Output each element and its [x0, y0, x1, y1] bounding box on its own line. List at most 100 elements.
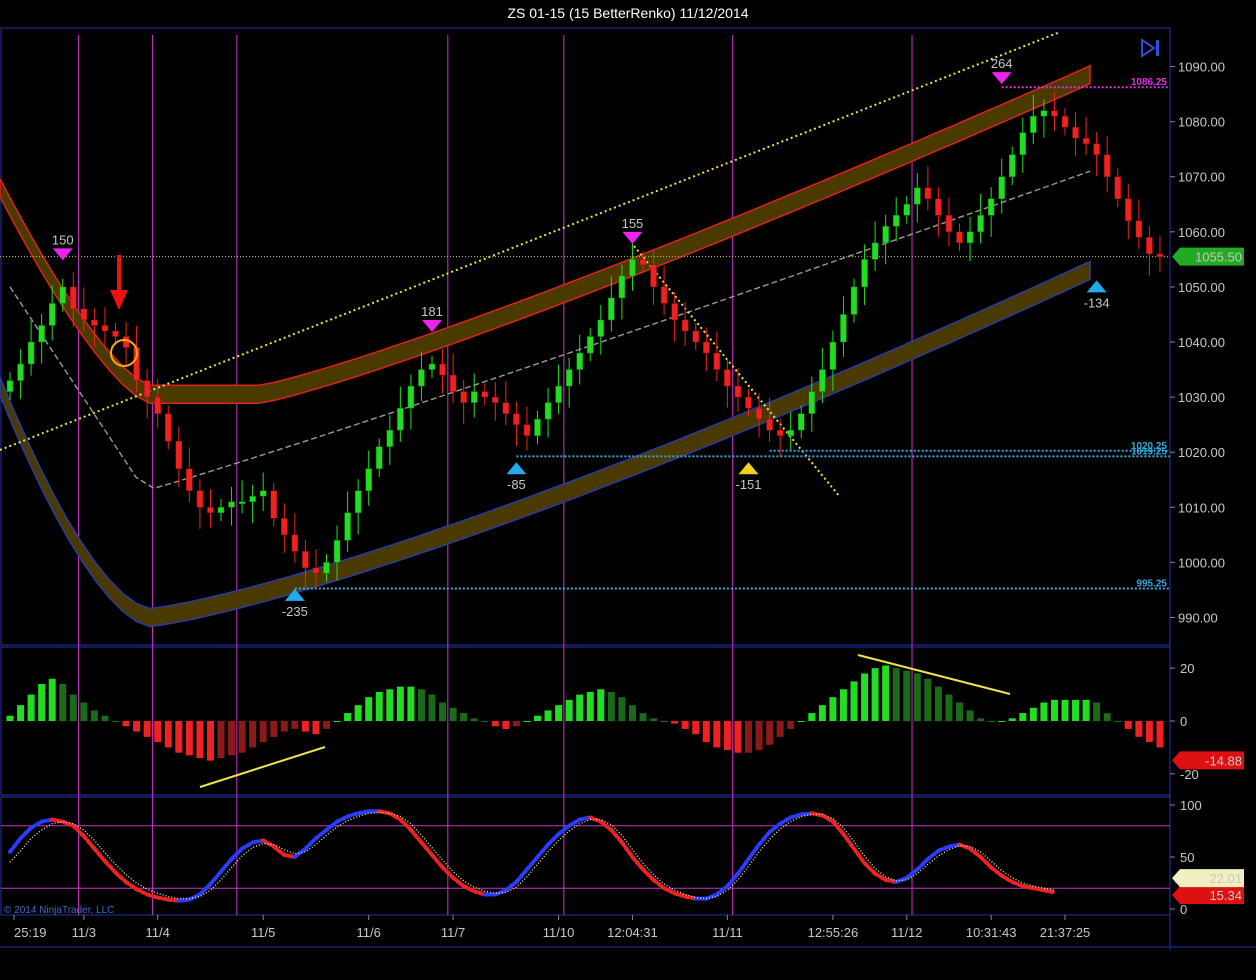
candle-body: [681, 319, 689, 332]
histogram-bar: [1072, 699, 1080, 721]
swing-high-marker: [991, 72, 1012, 85]
histogram-bar: [449, 707, 457, 721]
histogram-bar: [344, 713, 352, 721]
candle-body: [798, 413, 805, 431]
candle-body: [639, 259, 647, 266]
candle-body: [281, 518, 288, 536]
candle-body: [1114, 176, 1121, 200]
swing-low-label: -151: [735, 477, 761, 492]
stoch-fast-segment: [915, 857, 930, 872]
histogram-bar: [354, 705, 362, 721]
histogram-bar: [101, 715, 109, 721]
histogram-bars[interactable]: [1, 665, 1170, 761]
candle-body: [1072, 126, 1079, 139]
swing-high-label: 181: [421, 304, 443, 319]
time-tick-label: 25:19: [14, 925, 47, 940]
candle-body: [829, 341, 837, 370]
candle-body: [502, 402, 510, 414]
stoch-fast-segment: [746, 842, 762, 862]
time-tick-label: 11/10: [543, 925, 575, 940]
candle-body: [165, 413, 172, 442]
candle-body: [228, 501, 235, 508]
candles[interactable]: [6, 92, 1164, 590]
swing-low-label: -235: [282, 604, 308, 619]
histogram-bar: [481, 721, 489, 722]
stoch-fast-segment: [430, 852, 445, 870]
chart-canvas[interactable]: 1086.251020.251019.25995.25 150181155264…: [0, 0, 1256, 980]
stoch-fast-segment: [767, 821, 783, 835]
price-tick-label: 1070.00: [1178, 170, 1225, 185]
price-tick-label: 1040.00: [1178, 335, 1225, 350]
histogram-bar: [164, 721, 172, 748]
candle-body: [386, 429, 394, 447]
stoch-fast-segment: [514, 867, 529, 884]
histogram-bar: [913, 673, 921, 721]
histogram-bar: [713, 721, 721, 748]
candle-body: [1009, 154, 1016, 177]
histogram-bar: [723, 721, 731, 751]
histogram-bar: [544, 710, 552, 721]
stoch-fast-segment: [714, 884, 730, 897]
histogram-bar: [122, 721, 130, 727]
price-tick-label: 1050.00: [1178, 280, 1225, 295]
stoch-fast-segment: [113, 870, 129, 884]
arrow-down-icon: [110, 255, 128, 310]
histogram-bar: [597, 689, 605, 721]
candle-body: [143, 380, 151, 398]
histogram-bar: [365, 697, 373, 721]
candle-body: [48, 303, 56, 326]
candle-body: [186, 468, 193, 492]
time-tick-label: 11/5: [251, 925, 275, 940]
candle-body: [850, 286, 858, 315]
candle-body: [27, 341, 35, 365]
time-tick-label: 11/7: [441, 925, 465, 940]
stoch-fast-segment: [641, 867, 656, 882]
candle-body: [703, 341, 710, 354]
candle-body: [418, 369, 425, 387]
histogram-bar: [692, 721, 700, 735]
candle-body: [481, 391, 488, 398]
histogram-bar: [1029, 707, 1037, 721]
candle-body: [344, 512, 351, 541]
play-end-icon[interactable]: [1141, 38, 1159, 58]
candle-body: [238, 501, 246, 505]
histogram-bar: [903, 670, 911, 721]
candle-body: [470, 391, 478, 403]
stochastic-lines[interactable]: [1, 809, 1170, 903]
swing-low-marker: [1086, 280, 1107, 293]
histogram-bar: [59, 684, 67, 721]
candle-body: [1082, 137, 1090, 144]
histogram-bar: [607, 691, 615, 721]
stoch-fast-segment: [619, 840, 635, 859]
candle-body: [492, 396, 499, 403]
candle-body: [439, 363, 446, 376]
candle-body: [966, 231, 974, 244]
stoch-fast-segment: [841, 832, 856, 851]
histogram-bar: [1008, 718, 1016, 721]
histogram-bar: [1156, 721, 1164, 748]
histogram-bar: [6, 715, 14, 721]
candle-body: [650, 264, 657, 288]
candle-body: [112, 330, 119, 337]
candle-body: [671, 303, 678, 321]
histogram-bar: [112, 721, 119, 722]
time-tick-label: 11/6: [357, 925, 381, 940]
candle-body: [555, 385, 562, 403]
candle-body: [945, 215, 953, 233]
candle-body: [175, 440, 183, 469]
histogram-bar: [755, 721, 763, 751]
histogram-bar: [185, 721, 193, 756]
histogram-bar: [734, 721, 742, 753]
swing-high-marker: [622, 231, 643, 244]
candle-body: [713, 352, 721, 370]
time-axis: 25:19 11/3 11/4 11/5 11/6 11/7 11/10 12:04:31 11…: [13, 915, 1090, 940]
channel-bands: [0, 64, 1091, 628]
candle-body: [755, 407, 763, 420]
candle-body: [861, 259, 868, 288]
candle-body: [629, 259, 636, 277]
time-tick-label: 11/11: [712, 925, 743, 940]
histogram-bar: [745, 721, 752, 753]
histogram-bar: [892, 668, 900, 721]
histogram-bar: [301, 721, 309, 732]
candle-body: [376, 446, 383, 469]
